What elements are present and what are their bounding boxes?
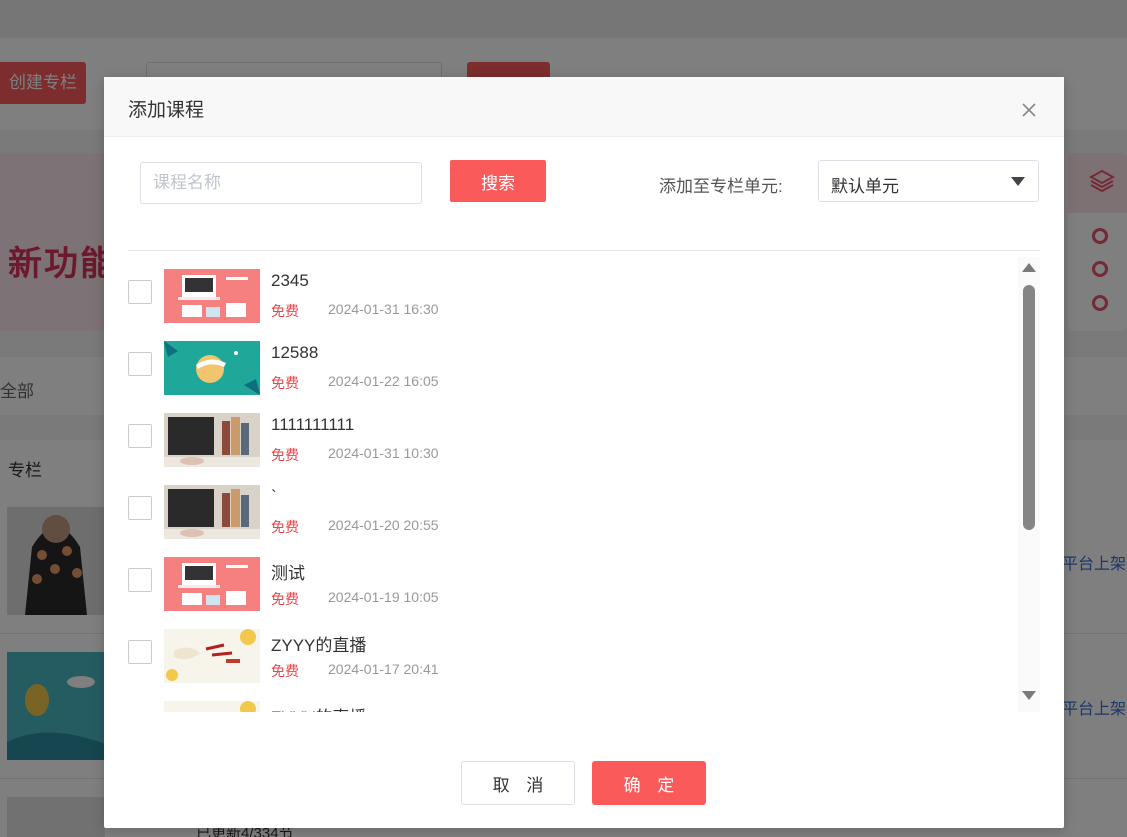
course-price: 免费: [271, 375, 299, 391]
unit-select-value: 默认单元: [831, 177, 899, 196]
course-title: 1111111111: [271, 415, 355, 434]
confirm-button[interactable]: 确 定: [592, 761, 706, 805]
dialog-header: 添加课程: [104, 77, 1064, 137]
unit-select[interactable]: 默认单元: [818, 160, 1039, 202]
course-title: 12588: [271, 343, 319, 362]
course-price: 免费: [271, 303, 299, 319]
course-price: 免费: [271, 519, 299, 535]
scroll-up-arrow-icon[interactable]: [1022, 263, 1036, 272]
course-time: 2024-01-31 10:30: [328, 445, 439, 461]
course-price: 免费: [271, 591, 299, 607]
add-course-dialog: 添加课程 搜索 添加至专栏单元: 默认单元 2345 免费 2024-01-31…: [104, 77, 1064, 828]
course-thumbnail: [164, 485, 260, 539]
cancel-button[interactable]: 取 消: [461, 761, 575, 805]
course-row[interactable]: 测试 免费 2024-01-19 10:05: [120, 557, 1000, 629]
course-title: 测试: [271, 564, 305, 583]
course-row[interactable]: 12588 免费 2024-01-22 16:05: [120, 341, 1000, 413]
course-row[interactable]: 2345 免费 2024-01-31 16:30: [120, 269, 1000, 341]
course-row[interactable]: ` 免费 2024-01-20 20:55: [120, 485, 1000, 557]
course-checkbox[interactable]: [128, 280, 152, 304]
course-row[interactable]: 1111111111 免费 2024-01-31 10:30: [120, 413, 1000, 485]
course-thumbnail: [164, 269, 260, 323]
course-time: 2024-01-19 10:05: [328, 589, 439, 605]
close-icon[interactable]: [1020, 101, 1038, 119]
course-price: 免费: [271, 447, 299, 463]
course-time: 2024-01-20 20:55: [328, 517, 439, 533]
course-thumbnail: [164, 341, 260, 395]
course-thumbnail: [164, 413, 260, 467]
course-checkbox[interactable]: [128, 568, 152, 592]
course-title: ZYYY的直播: [271, 703, 366, 712]
course-checkbox[interactable]: [128, 424, 152, 448]
dropdown-arrow-icon: [1011, 177, 1025, 186]
course-thumbnail: [164, 629, 260, 683]
scroll-down-arrow-icon[interactable]: [1022, 691, 1036, 700]
course-checkbox[interactable]: [128, 496, 152, 520]
course-name-input[interactable]: [140, 162, 422, 204]
scrollbar-thumb[interactable]: [1023, 285, 1035, 530]
list-scrollbar[interactable]: [1018, 257, 1040, 712]
course-time: 2024-01-31 16:30: [328, 301, 439, 317]
course-checkbox[interactable]: [128, 640, 152, 664]
course-thumbnail: [164, 557, 260, 611]
course-list[interactable]: 2345 免费 2024-01-31 16:30 12588 免费 2024-0…: [120, 257, 1034, 712]
course-row[interactable]: ZYYY的直播: [120, 701, 1000, 712]
course-checkbox[interactable]: [128, 352, 152, 376]
course-row[interactable]: ZYYY的直播 免费 2024-01-17 20:41: [120, 629, 1000, 701]
course-title: 2345: [271, 271, 309, 290]
dialog-title: 添加课程: [128, 100, 205, 121]
course-time: 2024-01-22 16:05: [328, 373, 439, 389]
course-time: 2024-01-17 20:41: [328, 661, 439, 677]
divider: [128, 250, 1040, 251]
course-title: ZYYY的直播: [271, 636, 367, 655]
course-thumbnail: [164, 701, 260, 712]
unit-label: 添加至专栏单元:: [659, 177, 783, 196]
course-price: 免费: [271, 663, 299, 679]
search-button[interactable]: 搜索: [450, 160, 546, 202]
course-title: `: [271, 487, 277, 506]
